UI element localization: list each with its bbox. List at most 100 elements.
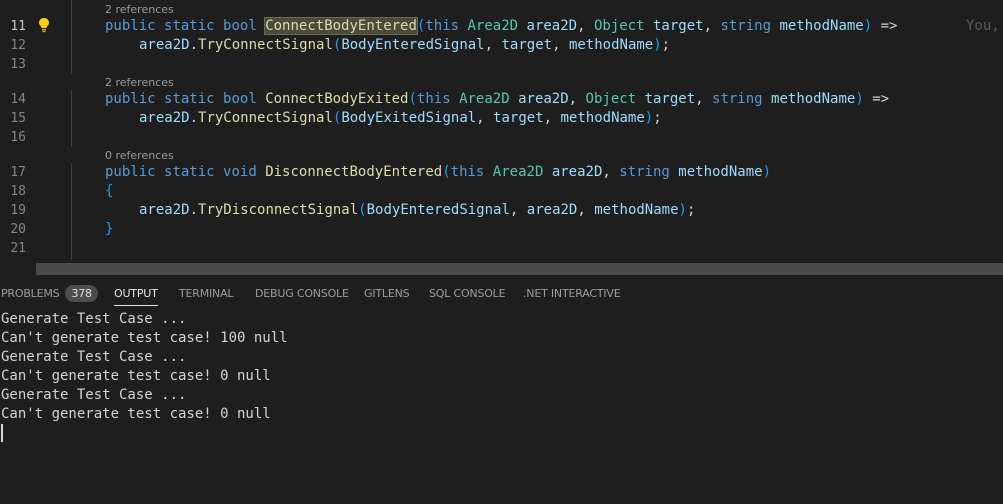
comma: , — [703, 18, 712, 34]
parameter: methodName — [779, 18, 864, 34]
paren: ( — [442, 164, 451, 180]
keyword: string — [720, 18, 772, 34]
argument: BodyEnteredSignal — [366, 202, 510, 218]
line-number: 18 — [10, 184, 26, 199]
type-name: Area2D — [492, 164, 544, 180]
comma: , — [577, 202, 586, 218]
parameter: area2D — [551, 164, 603, 180]
keyword: string — [619, 164, 670, 180]
code-editor[interactable]: 11 12 13 14 15 16 17 18 19 20 21 2 refer… — [0, 0, 1003, 263]
semicolon: ; — [686, 202, 696, 218]
lightbulb-icon[interactable] — [38, 17, 50, 33]
output-log[interactable]: Generate Test Case ... Can't generate te… — [1, 310, 288, 424]
tab-debug-console[interactable]: DEBUG CONSOLE — [255, 275, 349, 313]
method-call: TryConnectSignal — [198, 37, 333, 53]
parameter: area2D — [526, 18, 578, 34]
comma: , — [543, 110, 553, 126]
comma: , — [476, 110, 485, 126]
keyword: string — [712, 91, 763, 107]
line-number: 15 — [10, 111, 26, 126]
indent-guide — [71, 90, 72, 147]
line-number: 21 — [10, 241, 26, 256]
tab-label: TERMINAL — [179, 287, 234, 300]
parameter: target — [652, 18, 704, 34]
tab-net-interactive[interactable]: .NET INTERACTIVE — [523, 275, 621, 313]
arrow: => — [880, 18, 898, 34]
keyword: static — [164, 18, 215, 34]
paren: ) — [863, 18, 873, 34]
argument: BodyEnteredSignal — [341, 37, 485, 53]
tab-problems[interactable]: PROBLEMS 378 — [1, 275, 98, 313]
paren: ( — [408, 91, 417, 107]
code-line-15[interactable]: area2D.TryConnectSignal(BodyExitedSignal… — [139, 109, 662, 128]
parameter: area2D — [518, 91, 569, 107]
open-brace: { — [105, 183, 114, 199]
keyword: public — [105, 164, 156, 180]
tab-terminal[interactable]: TERMINAL — [179, 275, 234, 313]
line-number: 17 — [10, 165, 26, 180]
line-number: 19 — [10, 203, 26, 218]
code-line-19[interactable]: area2D.TryDisconnectSignal(BodyEnteredSi… — [139, 201, 695, 220]
code-line-18[interactable]: { — [105, 182, 113, 201]
line-number: 11 — [10, 19, 26, 34]
paren: ) — [855, 91, 864, 107]
keyword: this — [425, 18, 460, 34]
codelens-references[interactable]: 2 references — [105, 75, 174, 91]
horizontal-scrollbar[interactable] — [36, 263, 1003, 275]
comma: , — [695, 91, 704, 107]
close-brace: } — [105, 221, 114, 237]
paren: ) — [678, 202, 687, 218]
code-line-14[interactable]: public static bool ConnectBodyExited(thi… — [105, 90, 889, 109]
comma: , — [509, 202, 519, 218]
paren: ) — [653, 37, 662, 53]
dot: . — [189, 110, 199, 126]
semicolon: ; — [661, 37, 671, 53]
panel-tabs: PROBLEMS 378 OUTPUT TERMINAL DEBUG CONSOL… — [0, 275, 1003, 313]
codelens-references[interactable]: 2 references — [105, 2, 174, 18]
code-line-12[interactable]: area2D.TryConnectSignal(BodyEnteredSigna… — [139, 36, 670, 55]
parameter: target — [644, 91, 696, 107]
tab-label: GITLENS — [364, 287, 410, 300]
output-line: Can't generate test case! 0 null — [1, 368, 271, 384]
comma: , — [484, 37, 494, 53]
keyword: public — [105, 91, 156, 107]
tab-output[interactable]: OUTPUT — [114, 275, 158, 313]
keyword: bool — [223, 18, 257, 34]
indent-guide — [71, 163, 72, 260]
problems-count-badge: 378 — [65, 285, 98, 302]
comma: , — [577, 18, 586, 34]
tab-sql-console[interactable]: SQL CONSOLE — [429, 275, 506, 313]
parameter: methodName — [771, 91, 856, 107]
codelens-references[interactable]: 0 references — [105, 148, 174, 164]
keyword: void — [223, 164, 257, 180]
type-name: Area2D — [467, 18, 519, 34]
paren: ) — [762, 164, 772, 180]
identifier: area2D — [139, 37, 190, 53]
tab-gitlens[interactable]: GITLENS — [364, 275, 410, 313]
argument: methodName — [560, 110, 645, 126]
output-line: Can't generate test case! 0 null — [1, 406, 271, 422]
code-line-17[interactable]: public static void DisconnectBodyEntered… — [105, 163, 771, 182]
line-number: 12 — [10, 38, 26, 53]
parameter: methodName — [678, 164, 763, 180]
method-name-highlighted: ConnectBodyEntered — [264, 17, 418, 35]
type-name: Area2D — [459, 91, 510, 107]
paren: ) — [644, 110, 654, 126]
tab-label: OUTPUT — [114, 287, 158, 300]
method-name: ConnectBodyExited — [265, 91, 409, 107]
code-line-20[interactable]: } — [105, 220, 113, 239]
semicolon: ; — [653, 110, 662, 126]
scrollbar-gutter — [0, 263, 36, 275]
argument: area2D — [526, 202, 578, 218]
line-number: 13 — [10, 57, 26, 72]
code-line-11[interactable]: public static bool ConnectBodyEntered(th… — [105, 17, 897, 36]
keyword: public — [105, 18, 156, 34]
dot: . — [189, 202, 199, 218]
line-number: 16 — [10, 130, 26, 145]
argument: methodName — [568, 37, 654, 53]
identifier: area2D — [139, 202, 190, 218]
argument: methodName — [594, 202, 679, 218]
output-line: Generate Test Case ... — [1, 387, 187, 403]
tab-label: SQL CONSOLE — [429, 287, 506, 300]
bottom-panel: PROBLEMS 378 OUTPUT TERMINAL DEBUG CONSOL… — [0, 275, 1003, 504]
